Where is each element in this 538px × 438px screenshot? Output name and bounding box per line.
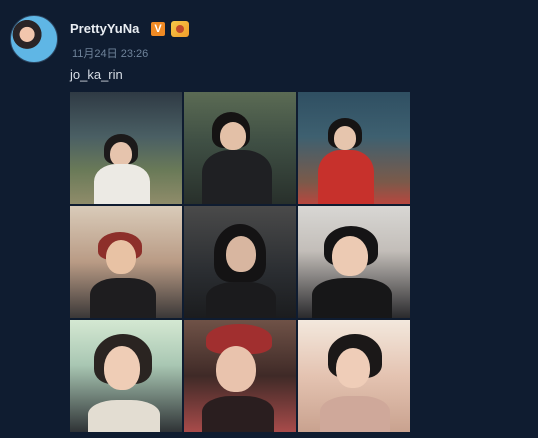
photo-7[interactable]: [70, 320, 182, 432]
post-card: PrettyYuNa V 11月24日 23:26 jo_ka_rin: [0, 0, 538, 438]
photo-9[interactable]: [298, 320, 410, 432]
photo-6[interactable]: [298, 206, 410, 318]
username[interactable]: PrettyYuNa: [70, 21, 139, 36]
photo-4[interactable]: [70, 206, 182, 318]
post-text: jo_ka_rin: [70, 67, 123, 82]
post-timestamp[interactable]: 11月24日 23:26: [72, 45, 148, 61]
verified-badge-icon[interactable]: V: [151, 22, 165, 36]
member-level-icon[interactable]: [171, 21, 189, 37]
photo-3[interactable]: [298, 92, 410, 204]
photo-5[interactable]: [184, 206, 296, 318]
photo-grid: [70, 92, 410, 432]
photo-8[interactable]: [184, 320, 296, 432]
photo-2[interactable]: [184, 92, 296, 204]
photo-1[interactable]: [70, 92, 182, 204]
avatar[interactable]: [10, 15, 58, 63]
